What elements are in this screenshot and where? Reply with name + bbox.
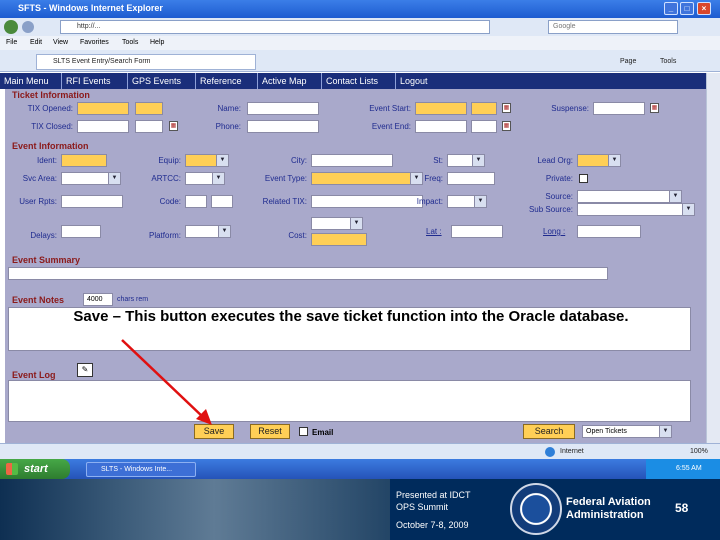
system-tray: 6:55 AM	[646, 459, 720, 479]
taskbar-app-button[interactable]: SLTS - Windows Inte...	[86, 462, 196, 477]
summit-name: OPS Summit	[396, 502, 449, 512]
slide-number: 58	[675, 501, 689, 515]
windows-logo-icon	[6, 463, 18, 475]
agency-name-line1: Federal Aviation	[566, 496, 651, 508]
clock: 6:55 AM	[676, 465, 702, 472]
globe-icon	[545, 447, 555, 457]
security-zone: Internet	[560, 448, 584, 455]
agency-name-line2: Administration	[566, 509, 644, 521]
event-date: October 7-8, 2009	[396, 520, 469, 530]
control-tower-photo	[0, 479, 390, 540]
presented-at: Presented at IDCT	[396, 490, 471, 500]
browser-status-bar: Internet 100%	[0, 443, 720, 459]
arrow-shaft	[121, 339, 205, 419]
zoom-level[interactable]: 100%	[690, 448, 708, 455]
faa-seal-icon	[510, 483, 562, 535]
